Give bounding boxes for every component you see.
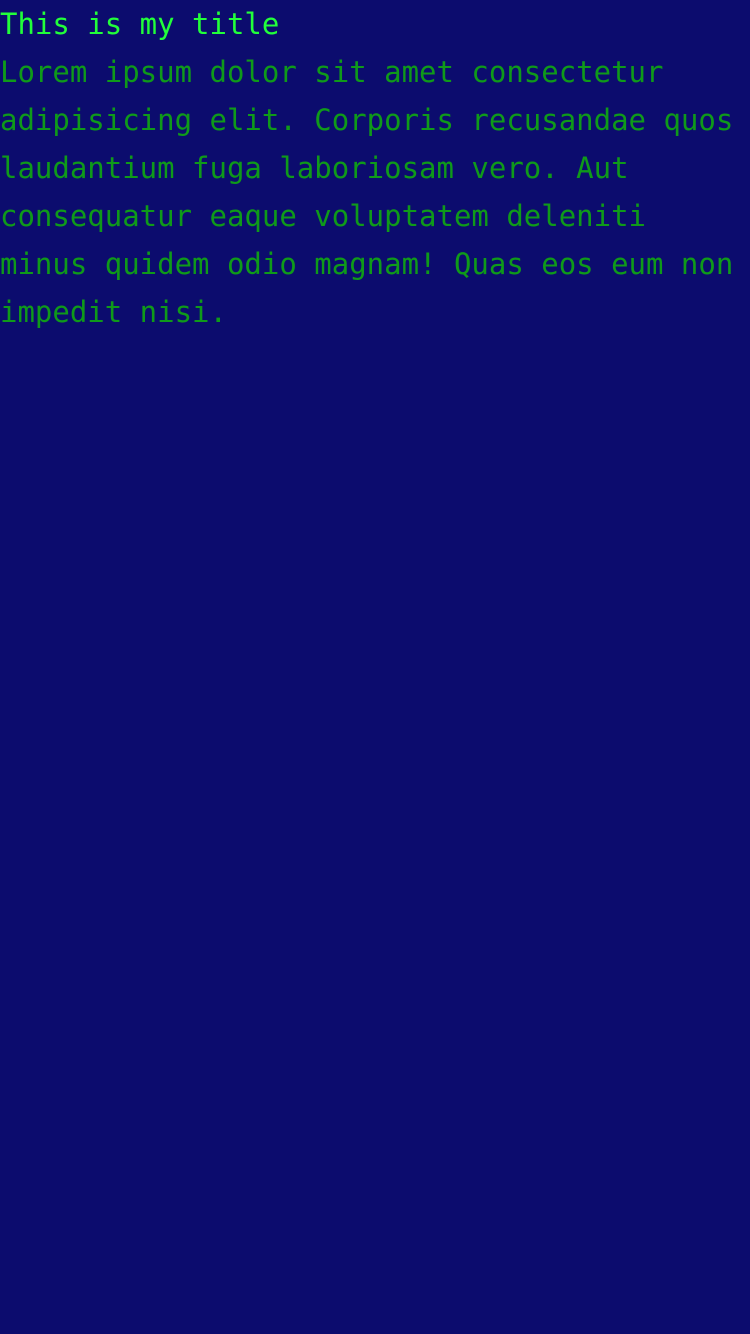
page-container: This is my title Lorem ipsum dolor sit a… (0, 0, 750, 1334)
page-title: This is my title (0, 7, 280, 41)
body-paragraph: Lorem ipsum dolor sit amet consectetur a… (0, 55, 734, 329)
